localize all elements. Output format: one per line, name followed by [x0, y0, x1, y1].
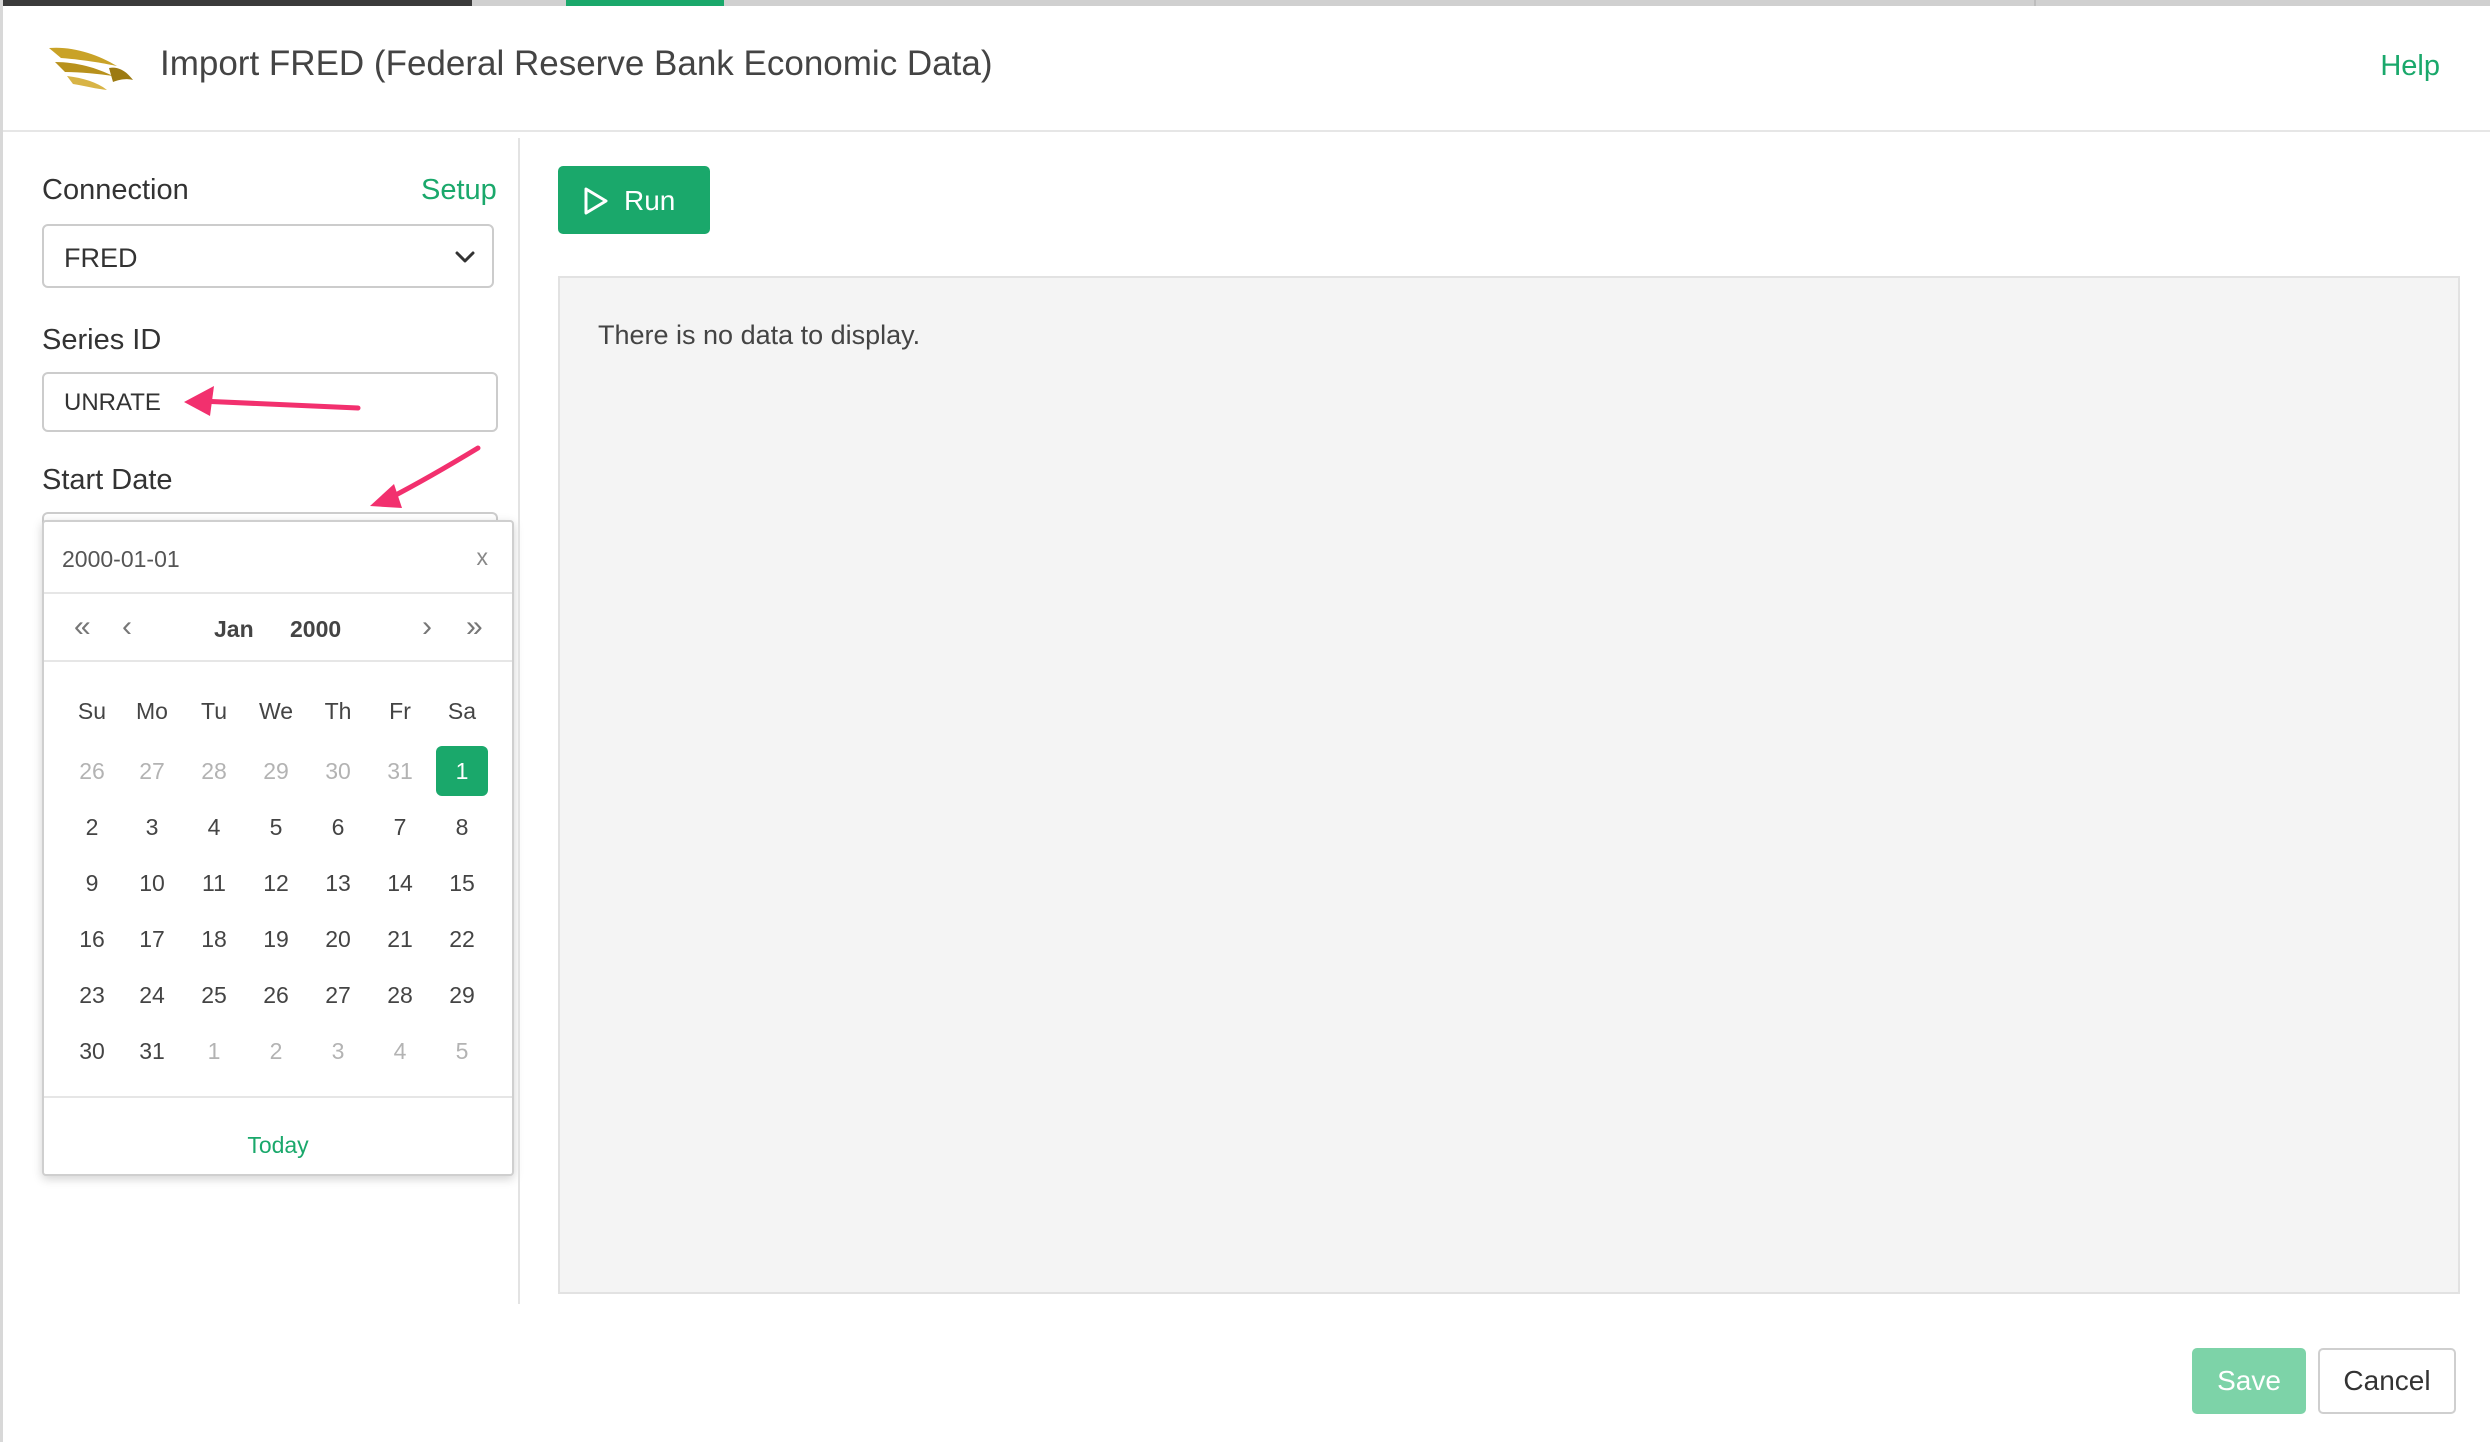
run-button[interactable]: Run	[558, 166, 710, 234]
calendar-day-other-month[interactable]: 29	[250, 746, 302, 796]
calendar-day-other-month[interactable]: 2	[250, 1026, 302, 1076]
calendar-day[interactable]: 10	[126, 858, 178, 908]
calendar-day[interactable]: 31	[126, 1026, 178, 1076]
play-icon	[584, 187, 608, 215]
calendar-day[interactable]: 3	[126, 802, 178, 852]
calendar-day[interactable]: 8	[436, 802, 488, 852]
calendar-day[interactable]: 6	[312, 802, 364, 852]
calendar-day[interactable]: 30	[66, 1026, 118, 1076]
datepicker-date-input[interactable]: 2000-01-01	[62, 546, 180, 573]
weekday-header: Mo	[136, 698, 168, 724]
calendar-day[interactable]: 14	[374, 858, 426, 908]
prev-year-button[interactable]: «	[74, 612, 91, 642]
prev-month-button[interactable]: ‹	[122, 612, 132, 642]
data-preview-panel: There is no data to display.	[558, 276, 2460, 1294]
weekday-header: Su	[77, 698, 107, 724]
calendar-day[interactable]: 28	[374, 970, 426, 1020]
next-month-button[interactable]: ›	[422, 612, 432, 642]
calendar-day-other-month[interactable]: 28	[188, 746, 240, 796]
calendar-day[interactable]: 25	[188, 970, 240, 1020]
datepicker-popup: 2000-01-01 x « ‹ Jan 2000 › » Su Mo Tu W…	[42, 520, 514, 1176]
calendar-day-other-month[interactable]: 31	[374, 746, 426, 796]
calendar-day[interactable]: 24	[126, 970, 178, 1020]
cancel-button[interactable]: Cancel	[2318, 1348, 2456, 1414]
calendar-day[interactable]: 5	[250, 802, 302, 852]
today-button[interactable]: Today	[44, 1132, 512, 1159]
calendar-day-other-month[interactable]: 26	[66, 746, 118, 796]
datepicker-clear-button[interactable]: x	[477, 544, 489, 571]
datepicker-divider	[44, 660, 512, 662]
datepicker-month[interactable]: Jan	[214, 616, 254, 643]
calendar-day[interactable]: 27	[312, 970, 364, 1020]
datepicker-divider	[44, 592, 512, 594]
calendar-day-other-month[interactable]: 30	[312, 746, 364, 796]
calendar-day[interactable]: 21	[374, 914, 426, 964]
calendar-day[interactable]: 11	[188, 858, 240, 908]
calendar-day[interactable]: 19	[250, 914, 302, 964]
calendar-day[interactable]: 12	[250, 858, 302, 908]
calendar-day-other-month[interactable]: 5	[436, 1026, 488, 1076]
calendar-day-other-month[interactable]: 1	[188, 1026, 240, 1076]
calendar-day[interactable]: 29	[436, 970, 488, 1020]
calendar-day[interactable]: 7	[374, 802, 426, 852]
calendar-day[interactable]: 2	[66, 802, 118, 852]
weekday-header: Tu	[201, 698, 227, 724]
calendar-day[interactable]: 15	[436, 858, 488, 908]
next-year-button[interactable]: »	[466, 612, 483, 642]
empty-data-message: There is no data to display.	[598, 320, 921, 350]
annotation-arrow-start-date	[370, 445, 481, 508]
calendar-day[interactable]: 26	[250, 970, 302, 1020]
save-button[interactable]: Save	[2192, 1348, 2306, 1414]
calendar-day[interactable]: 16	[66, 914, 118, 964]
calendar-day[interactable]: 23	[66, 970, 118, 1020]
calendar-day-other-month[interactable]: 4	[374, 1026, 426, 1076]
datepicker-year[interactable]: 2000	[290, 616, 341, 643]
calendar-day-selected[interactable]: 1	[436, 746, 488, 796]
weekday-header: We	[258, 698, 294, 724]
datepicker-divider	[44, 1096, 512, 1098]
run-button-label: Run	[624, 185, 676, 216]
annotation-arrow-series	[184, 386, 361, 416]
calendar-day[interactable]: 17	[126, 914, 178, 964]
calendar-day[interactable]: 13	[312, 858, 364, 908]
annotation-arrows	[184, 386, 481, 508]
weekday-header: Th	[324, 698, 352, 724]
calendar-day-other-month[interactable]: 27	[126, 746, 178, 796]
sidebar-divider	[518, 138, 520, 1304]
calendar-day-other-month[interactable]: 3	[312, 1026, 364, 1076]
weekday-header: Sa	[447, 698, 477, 724]
calendar-day[interactable]: 18	[188, 914, 240, 964]
calendar-day[interactable]: 4	[188, 802, 240, 852]
help-link[interactable]: Help	[2380, 50, 2440, 83]
calendar-day[interactable]: 9	[66, 858, 118, 908]
calendar-day[interactable]: 22	[436, 914, 488, 964]
weekday-header: Fr	[389, 698, 411, 724]
calendar-day[interactable]: 20	[312, 914, 364, 964]
